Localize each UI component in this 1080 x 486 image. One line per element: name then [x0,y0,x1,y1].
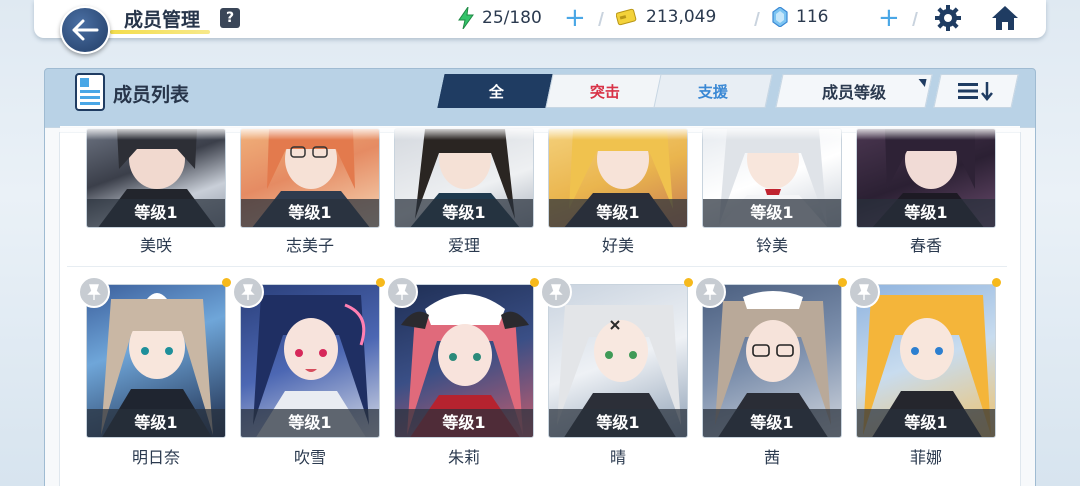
member-portrait: 等级1 [856,284,996,438]
tab-support-label: 支援 [697,82,728,101]
stamina-value: 25/180 [482,8,542,28]
member-card[interactable]: 等级1 吹雪 [232,276,385,467]
member-portrait: 等级1 [856,128,996,228]
member-list-icon [75,73,105,115]
member-name: 铃美 [755,236,788,255]
member-name: 明日奈 [131,448,180,467]
tab-strike-label: 突击 [589,82,620,101]
scroll-fade [60,126,1020,140]
pin-icon[interactable] [848,276,880,308]
member-name: 吹雪 [293,448,326,467]
back-button[interactable] [60,6,110,54]
member-portrait: 等级1 [86,128,226,228]
member-level: 等级1 [857,199,995,227]
member-name: 晴 [609,448,626,467]
pin-icon[interactable] [540,276,572,308]
member-portrait: 等级1 [394,284,534,438]
member-level: 等级1 [87,199,225,227]
member-card[interactable]: 等级1 铃美 [702,128,842,282]
member-portrait: 等级1 [548,284,688,438]
member-card[interactable]: 等级1 茜 [694,276,847,467]
home-icon [992,6,1018,30]
member-name: 好美 [601,236,634,255]
tab-support[interactable]: 支援 [653,74,773,108]
member-portrait: 等级1 [548,128,688,228]
member-card[interactable]: 等级1 朱莉 [386,276,539,467]
member-card[interactable]: 等级1 菲娜 [848,276,1001,467]
credit-card-icon [616,8,637,26]
member-name: 朱莉 [447,448,480,467]
notification-dot [376,278,385,287]
member-portrait: 等级1 [240,128,380,228]
member-level: 等级1 [395,199,533,227]
notification-dot [684,278,693,287]
member-name: 爱理 [447,236,480,255]
panel-title: 成员列表 [113,84,190,106]
arrow-left-icon [72,19,99,41]
notification-dot [838,278,847,287]
credits-display: 213,049 [616,7,716,27]
member-name: 茜 [763,448,780,467]
pin-icon[interactable] [78,276,110,308]
member-portrait: 等级1 [240,284,380,438]
notification-dot [530,278,539,287]
gems-display: 116 [772,7,828,27]
dropdown-corner-icon [916,79,927,87]
member-name: 美咲 [139,236,172,255]
page-title: 成员管理 [124,9,201,31]
member-card[interactable]: 等级1 晴 [540,276,693,467]
notification-dot [222,278,231,287]
stamina-plus-button[interactable]: + [564,5,586,31]
member-card[interactable]: 等级1 美咲 [86,128,226,282]
member-card[interactable]: 等级1 志美子 [240,128,380,282]
panel-header: 成员列表 全 突击 支援 成员等级 [45,69,1035,119]
pin-icon[interactable] [386,276,418,308]
member-portrait: 等级1 [702,284,842,438]
lightning-icon [458,7,474,29]
member-level: 等级1 [241,409,379,437]
settings-button[interactable] [934,4,962,36]
gear-icon [935,5,961,31]
member-card[interactable]: 等级1 明日奈 [78,276,231,467]
notification-dot [992,278,1001,287]
stamina-display: 25/180 [458,7,542,29]
member-level: 等级1 [549,199,687,227]
member-level: 等级1 [857,409,995,437]
gems-plus-button[interactable]: + [878,5,900,31]
member-level: 等级1 [703,199,841,227]
gems-value: 116 [796,7,829,27]
credits-value: 213,049 [646,7,717,27]
member-level: 等级1 [241,199,379,227]
member-card[interactable]: 等级1 爱理 [394,128,534,282]
member-card[interactable]: 等级1 春香 [856,128,996,282]
gem-icon [772,7,788,27]
member-level: 等级1 [703,409,841,437]
pin-icon[interactable] [694,276,726,308]
member-level: 等级1 [87,409,225,437]
sort-order-button[interactable] [933,74,1019,108]
sort-descending-icon [958,82,993,101]
tab-all[interactable]: 全 [437,74,557,108]
tab-strike[interactable]: 突击 [545,74,665,108]
filter-tabs: 全 突击 支援 [437,74,773,108]
member-name: 春香 [909,236,942,255]
member-card[interactable]: 等级1 好美 [548,128,688,282]
sort-label: 成员等级 [821,83,886,102]
member-level: 等级1 [549,409,687,437]
member-name: 志美子 [285,236,334,255]
sort-dropdown[interactable]: 成员等级 [775,74,933,108]
member-portrait: 等级1 [702,128,842,228]
help-button[interactable]: ? [220,8,240,28]
home-button[interactable] [990,4,1020,36]
pin-icon[interactable] [232,276,264,308]
member-portrait: 等级1 [394,128,534,228]
member-level: 等级1 [395,409,533,437]
member-portrait: 等级1 [86,284,226,438]
member-name: 菲娜 [909,448,942,467]
tab-all-label: 全 [489,82,505,101]
